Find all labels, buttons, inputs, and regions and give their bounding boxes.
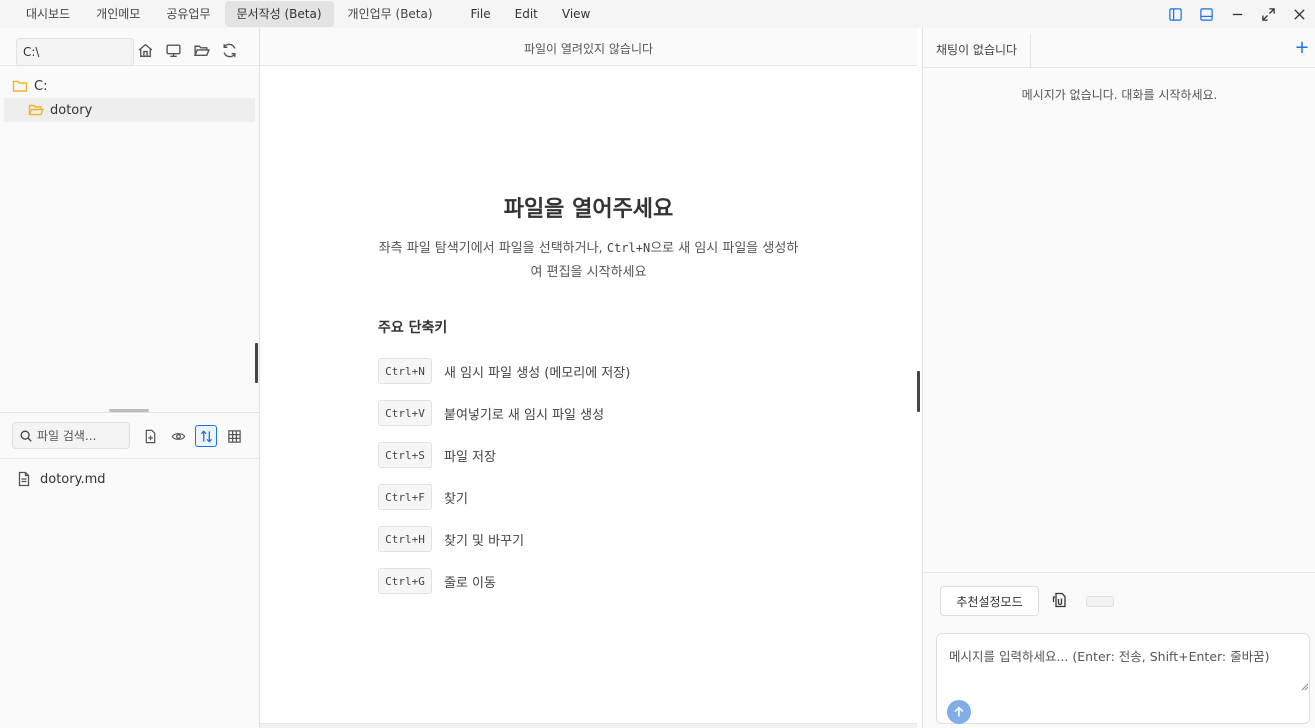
tree-node-label: C: [34,78,48,94]
file-text-icon [18,471,30,487]
menu-file[interactable]: File [459,1,503,27]
folder-tree: C: dotory [0,74,259,122]
home-icon [138,43,153,58]
tab-personal-memo[interactable]: 개인메모 [84,1,152,27]
shortcut-row: Ctrl+H 찾기 및 바꾸기 [378,526,524,552]
resize-grip-icon[interactable] [1301,683,1309,691]
tree-node-label: dotory [50,102,93,118]
recommend-mode-button[interactable]: 추천설정모드 [940,586,1039,616]
tab-shared-work[interactable]: 공유업무 [154,1,222,27]
search-icon [20,430,32,442]
monitor-icon [166,44,181,58]
folder-icon [12,80,28,92]
divider [0,412,259,413]
file-search-box[interactable] [12,422,130,449]
shortcut-description: 새 임시 파일 생성 (메모리에 저장) [444,365,631,381]
message-input[interactable] [949,646,1299,686]
path-input[interactable]: C:\ [16,38,134,66]
tree-node-c-drive[interactable]: C: [0,74,259,98]
shortcut-row: Ctrl+V 붙여넣기로 새 임시 파일 생성 [378,400,604,426]
shortcut-description: 줄로 이동 [444,575,496,591]
shortcut-key: Ctrl+V [378,400,432,426]
menu-edit[interactable]: Edit [503,1,550,27]
tree-node-dotory[interactable]: dotory [4,98,255,122]
file-item-dotory-md[interactable]: dotory.md [16,467,106,491]
grid-view-button[interactable] [223,425,245,447]
mode-toggle[interactable] [1086,596,1114,607]
chat-panel: 채팅이 없습니다 + 메시지가 없습니다. 대화를 시작하세요. 추천설정모드 [922,28,1315,728]
tab-personal-work[interactable]: 개인업무 (Beta) [336,1,445,27]
toggle-left-panel-button[interactable] [1160,0,1191,28]
divider [0,458,259,459]
shortcut-description: 찾기 [444,491,468,507]
grid-icon [227,429,241,443]
sort-arrows-icon [200,429,212,443]
menu-view[interactable]: View [550,1,602,27]
close-button[interactable] [1284,0,1315,28]
new-chat-button[interactable]: + [1292,38,1312,58]
document-attach-icon [1052,592,1066,608]
toggle-hidden-files-button[interactable] [167,425,189,447]
window-controls [1160,0,1315,28]
empty-chat-message: 메시지가 없습니다. 대화를 시작하세요. [1021,88,1218,102]
toggle-bottom-panel-button[interactable] [1191,0,1222,28]
top-bar: 대시보드 개인메모 공유업무 문서작성 (Beta) 개인업무 (Beta) F… [0,0,1315,28]
shortcut-description: 찾기 및 바꾸기 [444,533,525,549]
expand-icon [1262,7,1275,21]
shortcuts-title: 주요 단축키 [378,320,448,336]
right-resize-handle[interactable] [917,371,920,412]
shortcut-row: Ctrl+F 찾기 [378,484,468,510]
maximize-button[interactable] [1253,0,1284,28]
editor-status-strip [260,723,917,728]
shortcut-key: Ctrl+H [378,526,432,552]
open-folder-button[interactable] [193,42,211,60]
shortcut-key: Ctrl+F [378,484,432,510]
tab-document-writing[interactable]: 문서작성 (Beta) [224,1,334,27]
folder-open-icon [194,45,210,56]
chat-header: 채팅이 없습니다 + [923,28,1315,68]
editor-header: 파일이 열려있지 않습니다 [260,28,917,66]
welcome-desc-text: 좌측 파일 탐색기에서 파일을 선택하거나, [378,241,607,256]
file-item-label: dotory.md [40,471,106,487]
sort-button[interactable] [195,425,217,447]
shortcut-row: Ctrl+S 파일 저장 [378,442,496,468]
new-file-button[interactable] [139,425,161,447]
folder-open-icon [28,104,44,116]
left-resize-handle[interactable] [255,343,258,383]
shortcut-row: Ctrl+N 새 임시 파일 생성 (메모리에 저장) [378,358,630,384]
refresh-button[interactable] [221,42,239,60]
chat-tab[interactable]: 채팅이 없습니다 [923,34,1031,68]
attach-document-button[interactable] [1052,592,1070,610]
minimize-button[interactable] [1222,0,1253,28]
refresh-icon [223,43,236,58]
bottom-panel-icon [1200,7,1213,21]
shortcut-description: 붙여넣기로 새 임시 파일 생성 [444,407,605,423]
divider [923,572,1315,573]
home-button[interactable] [137,42,155,60]
welcome-description: 좌측 파일 탐색기에서 파일을 선택하거나, Ctrl+N으로 새 임시 파일을… [375,236,802,285]
shortcut-row: Ctrl+G 줄로 이동 [378,568,496,594]
welcome-desc-shortcut: Ctrl+N [606,241,651,255]
shortcut-description: 파일 저장 [444,449,496,465]
shortcut-key: Ctrl+S [378,442,432,468]
menu-bar: File Edit View [459,1,603,27]
editor-panel: 파일이 열려있지 않습니다 파일을 열어주세요 좌측 파일 탐색기에서 파일을 … [260,28,917,728]
path-toolbar: C:\ [0,28,259,66]
file-plus-icon [145,429,155,443]
message-box [936,633,1310,724]
minimize-icon [1232,13,1243,15]
tab-dashboard[interactable]: 대시보드 [14,1,82,27]
welcome-title: 파일을 열어주세요 [503,197,674,222]
desktop-button[interactable] [165,42,183,60]
left-panel-icon [1169,7,1182,21]
eye-icon [171,432,185,440]
shortcut-key: Ctrl+N [378,358,432,384]
file-explorer-panel: C:\ C: dotory 파일 검색... dotory.md [0,28,260,728]
file-search-input[interactable] [37,428,127,443]
app-tabs: 대시보드 개인메모 공유업무 문서작성 (Beta) 개인업무 (Beta) [14,1,447,27]
send-button[interactable] [947,700,971,724]
close-icon [1294,8,1305,20]
shortcut-key: Ctrl+G [378,568,432,594]
arrow-up-icon [954,706,964,717]
